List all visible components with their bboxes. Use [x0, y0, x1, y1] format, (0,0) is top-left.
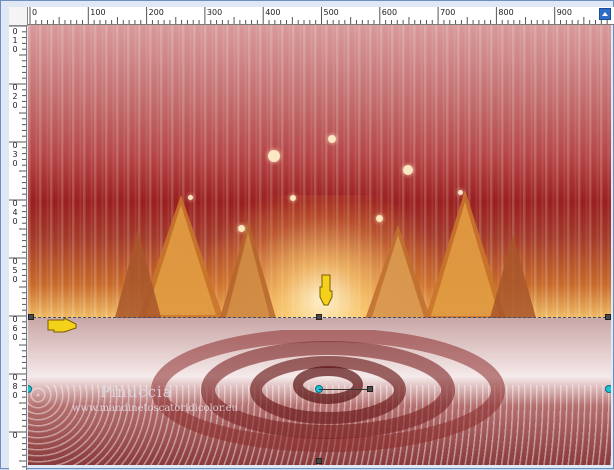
scroll-up-button[interactable]: [599, 8, 611, 20]
pointing-hand-right-icon: [47, 317, 77, 333]
sparkle: [238, 225, 245, 232]
watermark-url: www.mandinetoscatoridicolor.eu: [72, 403, 238, 414]
rotation-arm-handle[interactable]: [367, 386, 373, 392]
ruler-left-label: 0: [12, 431, 18, 440]
ruler-left-label: 0: [12, 217, 18, 226]
selection-handle-bottom[interactable]: [316, 458, 322, 464]
selection-handle-right[interactable]: [605, 314, 611, 320]
horizontal-ruler[interactable]: 0 100 200 300 400 500 600 700 800 900: [28, 7, 614, 25]
sparkle: [328, 135, 336, 143]
ruler-left-label: 3: [12, 150, 18, 159]
transform-handle-right[interactable]: [605, 385, 611, 393]
ruler-left-label: 0: [12, 257, 18, 266]
ruler-left-label: 0: [12, 27, 18, 36]
ruler-left-label: 0: [12, 199, 18, 208]
horizontal-ruler-ticks: [29, 7, 608, 24]
ruler-corner: [9, 7, 28, 26]
ruler-left-label: 0: [12, 333, 18, 342]
ruler-left-label: 6: [12, 324, 18, 333]
ruler-left-label: 0: [12, 315, 18, 324]
sparkle: [268, 150, 280, 162]
ruler-left-label: 0: [12, 83, 18, 92]
ruler-left-label: 0: [12, 141, 18, 150]
ruler-top-label: 700: [440, 8, 456, 17]
ruler-top-label: 100: [90, 8, 106, 17]
ruler-top-label: 500: [323, 8, 339, 17]
ruler-top-label: 200: [148, 8, 164, 17]
ruler-top-label: 400: [265, 8, 281, 17]
ruler-left-label: 1: [12, 36, 18, 45]
ruler-left-label: 4: [12, 208, 18, 217]
ruler-top-label: 300: [206, 8, 223, 17]
spiral-shape: [151, 330, 505, 452]
christmas-tree-right-3: [488, 235, 538, 325]
ruler-top-label: 0: [32, 8, 38, 17]
ruler-top-label: 600: [381, 8, 398, 17]
vertical-ruler[interactable]: 0100200300400500600800: [9, 26, 27, 470]
ruler-left-label: 5: [12, 266, 18, 275]
image-canvas[interactable]: Pinuccia www.mandinetoscatoridicolor.eu: [28, 25, 611, 465]
pointing-hand-down-icon: [319, 274, 333, 306]
ruler-left-label: 0: [12, 45, 18, 54]
sparkle: [376, 215, 383, 222]
ruler-left-label: 0: [12, 373, 18, 382]
ruler-top-label: 800: [498, 8, 514, 17]
ruler-left-label: 0: [12, 159, 18, 168]
sparkle: [403, 165, 413, 175]
ruler-left-label: 0: [12, 275, 18, 284]
christmas-tree-left-2: [113, 230, 163, 325]
ruler-left-label: 8: [12, 382, 18, 391]
rotation-arm-line: [319, 389, 371, 390]
sparkle: [458, 190, 463, 195]
selection-handle-center[interactable]: [316, 314, 322, 320]
ruler-left-label: 0: [12, 391, 18, 400]
ruler-top-label: 900: [556, 8, 572, 17]
selection-handle-left[interactable]: [28, 314, 34, 320]
sparkle: [290, 195, 296, 201]
image-editor-window: 0 100 200 300 400 500 600 700 800 900 01002003004…: [0, 0, 614, 470]
christmas-tree-left-3: [218, 220, 278, 325]
sparkle: [188, 195, 193, 200]
ruler-left-label: 0: [12, 101, 18, 110]
ruler-left-label: 2: [12, 92, 18, 101]
watermark-title: Pinuccia: [100, 383, 173, 401]
